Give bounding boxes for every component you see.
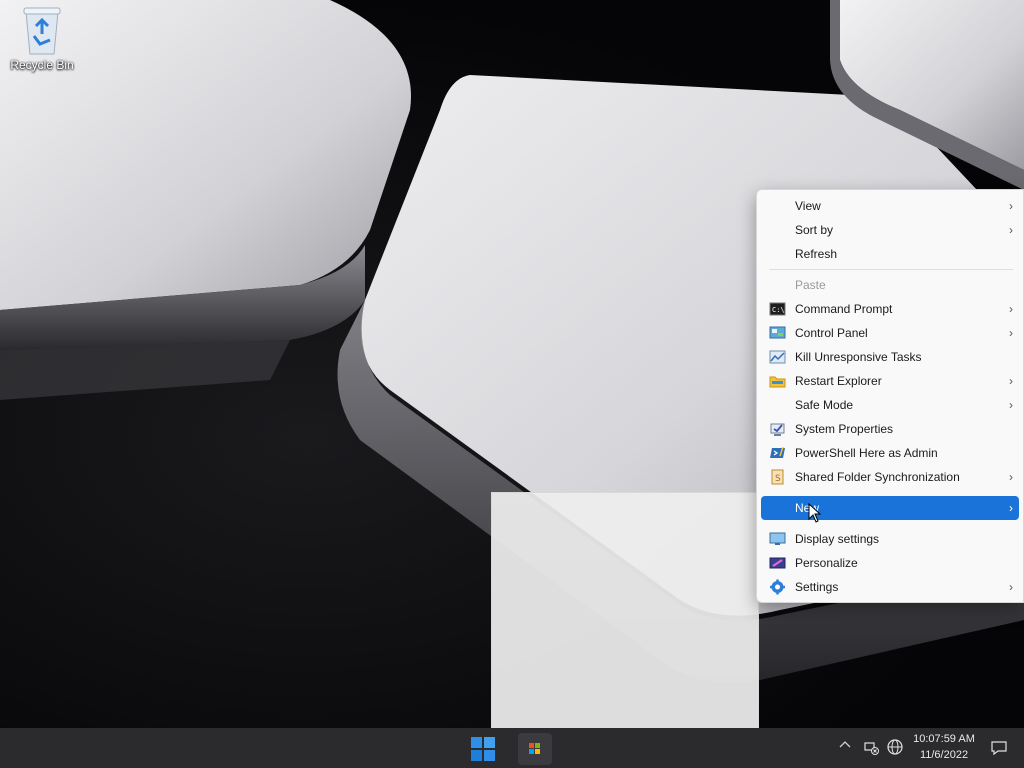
recycle-bin-icon bbox=[20, 4, 64, 56]
menu-item-label: Display settings bbox=[795, 532, 880, 546]
menu-item-label: Kill Unresponsive Tasks bbox=[795, 350, 922, 364]
menu-item-label: Paste bbox=[795, 278, 826, 292]
chevron-right-icon: › bbox=[1009, 580, 1013, 594]
gear-icon bbox=[769, 579, 786, 595]
menu-separator bbox=[769, 269, 1013, 270]
menu-item-view[interactable]: View › bbox=[761, 194, 1019, 218]
svg-text:S: S bbox=[775, 474, 781, 484]
menu-item-shared-folder-sync[interactable]: S Shared Folder Synchronization › bbox=[761, 465, 1019, 489]
menu-item-label: Settings bbox=[795, 580, 839, 594]
sync-icon: S bbox=[769, 469, 786, 485]
display-icon bbox=[769, 531, 786, 547]
chevron-right-icon: › bbox=[1009, 470, 1013, 484]
clock-date: 11/6/2022 bbox=[919, 749, 969, 761]
menu-item-powershell-admin[interactable]: PowerShell Here as Admin bbox=[761, 441, 1019, 465]
network-disconnected-icon[interactable] bbox=[862, 738, 880, 756]
menu-item-label: Shared Folder Synchronization bbox=[795, 470, 960, 484]
clock-time: 10:07:59 AM bbox=[913, 733, 975, 745]
start-button[interactable] bbox=[466, 733, 500, 765]
menu-spacer bbox=[761, 489, 1019, 496]
menu-item-label: Personalize bbox=[795, 556, 858, 570]
kill-tasks-icon bbox=[769, 349, 786, 365]
menu-item-label: Sort by bbox=[795, 223, 834, 237]
chevron-right-icon: › bbox=[1009, 302, 1013, 316]
menu-item-label: View bbox=[795, 199, 821, 213]
system-properties-icon bbox=[769, 421, 786, 437]
menu-item-command-prompt[interactable]: C:\ Command Prompt › bbox=[761, 297, 1019, 321]
menu-item-label: Safe Mode bbox=[795, 398, 854, 412]
taskbar-app-store[interactable] bbox=[518, 733, 552, 765]
globe-icon[interactable] bbox=[886, 738, 904, 756]
svg-text:C:\: C:\ bbox=[772, 306, 785, 314]
menu-spacer bbox=[761, 520, 1019, 527]
windows-logo-icon bbox=[466, 737, 500, 768]
chevron-right-icon: › bbox=[1009, 223, 1013, 237]
menu-item-system-properties[interactable]: System Properties bbox=[761, 417, 1019, 441]
control-panel-icon bbox=[769, 325, 786, 341]
chevron-right-icon: › bbox=[1009, 374, 1013, 388]
chevron-right-icon: › bbox=[1009, 398, 1013, 412]
taskbar-clock[interactable]: 10:07:59 AM 11/6/2022 bbox=[910, 731, 978, 763]
menu-item-label: PowerShell Here as Admin bbox=[795, 446, 938, 460]
desktop-context-menu: View › Sort by › Refresh Paste C:\ Comma… bbox=[756, 189, 1024, 603]
folder-icon bbox=[769, 373, 786, 389]
menu-item-label: Control Panel bbox=[795, 326, 868, 340]
command-prompt-icon: C:\ bbox=[769, 301, 786, 317]
menu-item-safe-mode[interactable]: Safe Mode › bbox=[761, 393, 1019, 417]
menu-item-kill-unresponsive-tasks[interactable]: Kill Unresponsive Tasks bbox=[761, 345, 1019, 369]
new-submenu-flyout[interactable] bbox=[491, 492, 759, 746]
mouse-pointer-icon bbox=[808, 502, 822, 523]
chevron-right-icon: › bbox=[1009, 199, 1013, 213]
menu-item-label: Command Prompt bbox=[795, 302, 893, 316]
menu-item-control-panel[interactable]: Control Panel › bbox=[761, 321, 1019, 345]
taskbar: 10:07:59 AM 11/6/2022 bbox=[0, 728, 1024, 768]
desktop-icon-recycle-bin[interactable]: Recycle Bin bbox=[6, 4, 78, 72]
chevron-right-icon: › bbox=[1009, 326, 1013, 340]
menu-item-sort-by[interactable]: Sort by › bbox=[761, 218, 1019, 242]
desktop-icon-label: Recycle Bin bbox=[10, 58, 74, 72]
menu-item-display-settings[interactable]: Display settings bbox=[761, 527, 1019, 551]
menu-item-settings[interactable]: Settings › bbox=[761, 575, 1019, 599]
menu-item-label: System Properties bbox=[795, 422, 894, 436]
show-hidden-icons-icon[interactable] bbox=[838, 738, 852, 752]
menu-item-refresh[interactable]: Refresh bbox=[761, 242, 1019, 266]
personalize-icon bbox=[769, 555, 786, 571]
store-icon bbox=[518, 743, 552, 768]
menu-item-restart-explorer[interactable]: Restart Explorer › bbox=[761, 369, 1019, 393]
menu-item-new[interactable]: New › bbox=[761, 496, 1019, 520]
chevron-right-icon: › bbox=[1009, 501, 1013, 515]
powershell-icon bbox=[769, 445, 786, 461]
notification-icon[interactable] bbox=[990, 739, 1008, 757]
menu-item-label: Refresh bbox=[795, 247, 838, 261]
menu-item-label: Restart Explorer bbox=[795, 374, 882, 388]
menu-item-personalize[interactable]: Personalize bbox=[761, 551, 1019, 575]
menu-item-paste[interactable]: Paste bbox=[761, 273, 1019, 297]
